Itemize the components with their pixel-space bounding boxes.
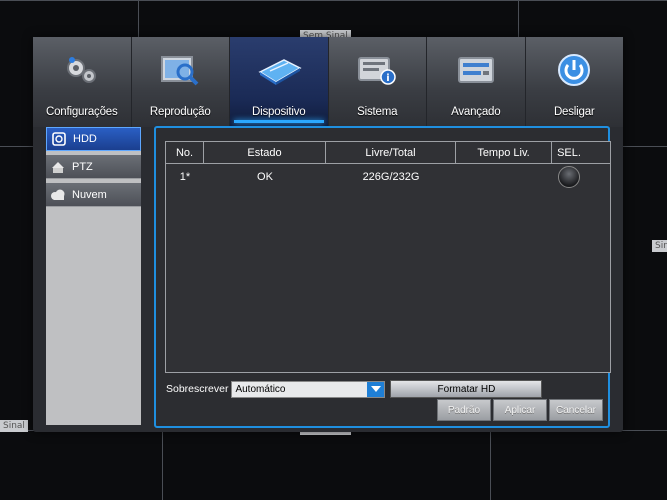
grid-line — [518, 0, 519, 37]
col-estado: Estado — [204, 142, 326, 163]
default-button[interactable]: Padrão — [437, 399, 491, 421]
table-header: No. Estado Livre/Total Tempo Liv. SEL. — [166, 142, 610, 164]
apply-button[interactable]: Aplicar — [493, 399, 547, 421]
system-info-icon: i — [354, 51, 400, 89]
format-hd-button[interactable]: Formatar HD — [390, 380, 543, 398]
advanced-settings-icon — [453, 51, 499, 89]
menu-desligar[interactable]: Desligar — [526, 37, 624, 127]
menu-sistema[interactable]: i Sistema — [329, 37, 427, 127]
sidebar-item-label: HDD — [73, 133, 97, 145]
select-disk-button[interactable] — [558, 166, 580, 188]
main-menu-bar: Configurações Reprodução Dispositivo i S… — [33, 37, 623, 127]
col-no: No. — [166, 142, 204, 163]
menu-configuracoes[interactable]: Configurações — [33, 37, 132, 127]
cell-estado: OK — [257, 171, 273, 183]
sidebar-item-nuvem[interactable]: Nuvem — [46, 183, 141, 207]
sidebar-item-ptz[interactable]: PTZ — [46, 155, 141, 179]
cell-no: 1* — [179, 171, 191, 183]
menu-dispositivo[interactable]: Dispositivo — [230, 37, 329, 127]
menu-label: Sistema — [357, 106, 398, 118]
cell-sel — [552, 166, 586, 188]
menu-reproducao[interactable]: Reprodução — [132, 37, 230, 127]
svg-text:i: i — [387, 73, 390, 84]
grid-line — [138, 0, 139, 37]
gears-icon — [59, 51, 105, 89]
grid-line — [162, 430, 163, 500]
power-icon — [551, 51, 597, 89]
sidebar-item-label: PTZ — [72, 160, 93, 173]
device-sidebar: HDD PTZ Nuvem — [46, 127, 141, 425]
col-tempo-liv: Tempo Liv. — [456, 142, 552, 163]
overwrite-select[interactable]: Automático — [231, 380, 386, 398]
ptz-camera-icon — [50, 160, 66, 174]
grid-line — [490, 430, 491, 500]
cloud-icon — [50, 188, 66, 202]
hdd-icon — [51, 132, 67, 146]
dialog-footer: Padrão Aplicar Cancelar — [435, 399, 603, 421]
menu-label: Desligar — [553, 106, 595, 118]
hdd-table: No. Estado Livre/Total Tempo Liv. SEL. 1… — [165, 141, 611, 373]
sidebar-item-hdd[interactable]: HDD — [46, 127, 141, 151]
menu-avancado[interactable]: Avançado — [427, 37, 526, 127]
table-row[interactable]: 1* OK 226G/232G — [166, 166, 610, 188]
chevron-down-icon[interactable] — [367, 381, 385, 397]
menu-label: Configurações — [45, 106, 118, 118]
device-settings-dialog: Configurações Reprodução Dispositivo i S… — [33, 37, 623, 432]
playback-search-icon — [157, 51, 203, 89]
grid-line — [622, 146, 667, 147]
sidebar-item-label: Nuvem — [72, 188, 107, 201]
cancel-button[interactable]: Cancelar — [549, 399, 603, 421]
col-livre-total: Livre/Total — [326, 142, 456, 163]
hard-drive-icon — [256, 51, 302, 89]
overwrite-label: Sobrescrever — [166, 383, 229, 395]
no-signal-label: Sinal — [652, 240, 667, 252]
menu-label: Avançado — [451, 106, 501, 118]
hdd-panel: No. Estado Livre/Total Tempo Liv. SEL. 1… — [154, 126, 611, 428]
grid-line — [0, 146, 35, 147]
menu-label: Reprodução — [149, 106, 211, 118]
cell-tempo-liv — [456, 166, 552, 188]
cell-livre-total: 226G/232G — [362, 171, 420, 183]
grid-line — [0, 0, 667, 1]
overwrite-row: Sobrescrever Automático Formatar HD — [166, 380, 543, 398]
menu-label: Dispositivo — [252, 106, 306, 118]
col-sel: SEL. — [557, 146, 581, 159]
overwrite-value: Automático — [235, 383, 286, 395]
no-signal-label: Sinal — [0, 420, 28, 432]
